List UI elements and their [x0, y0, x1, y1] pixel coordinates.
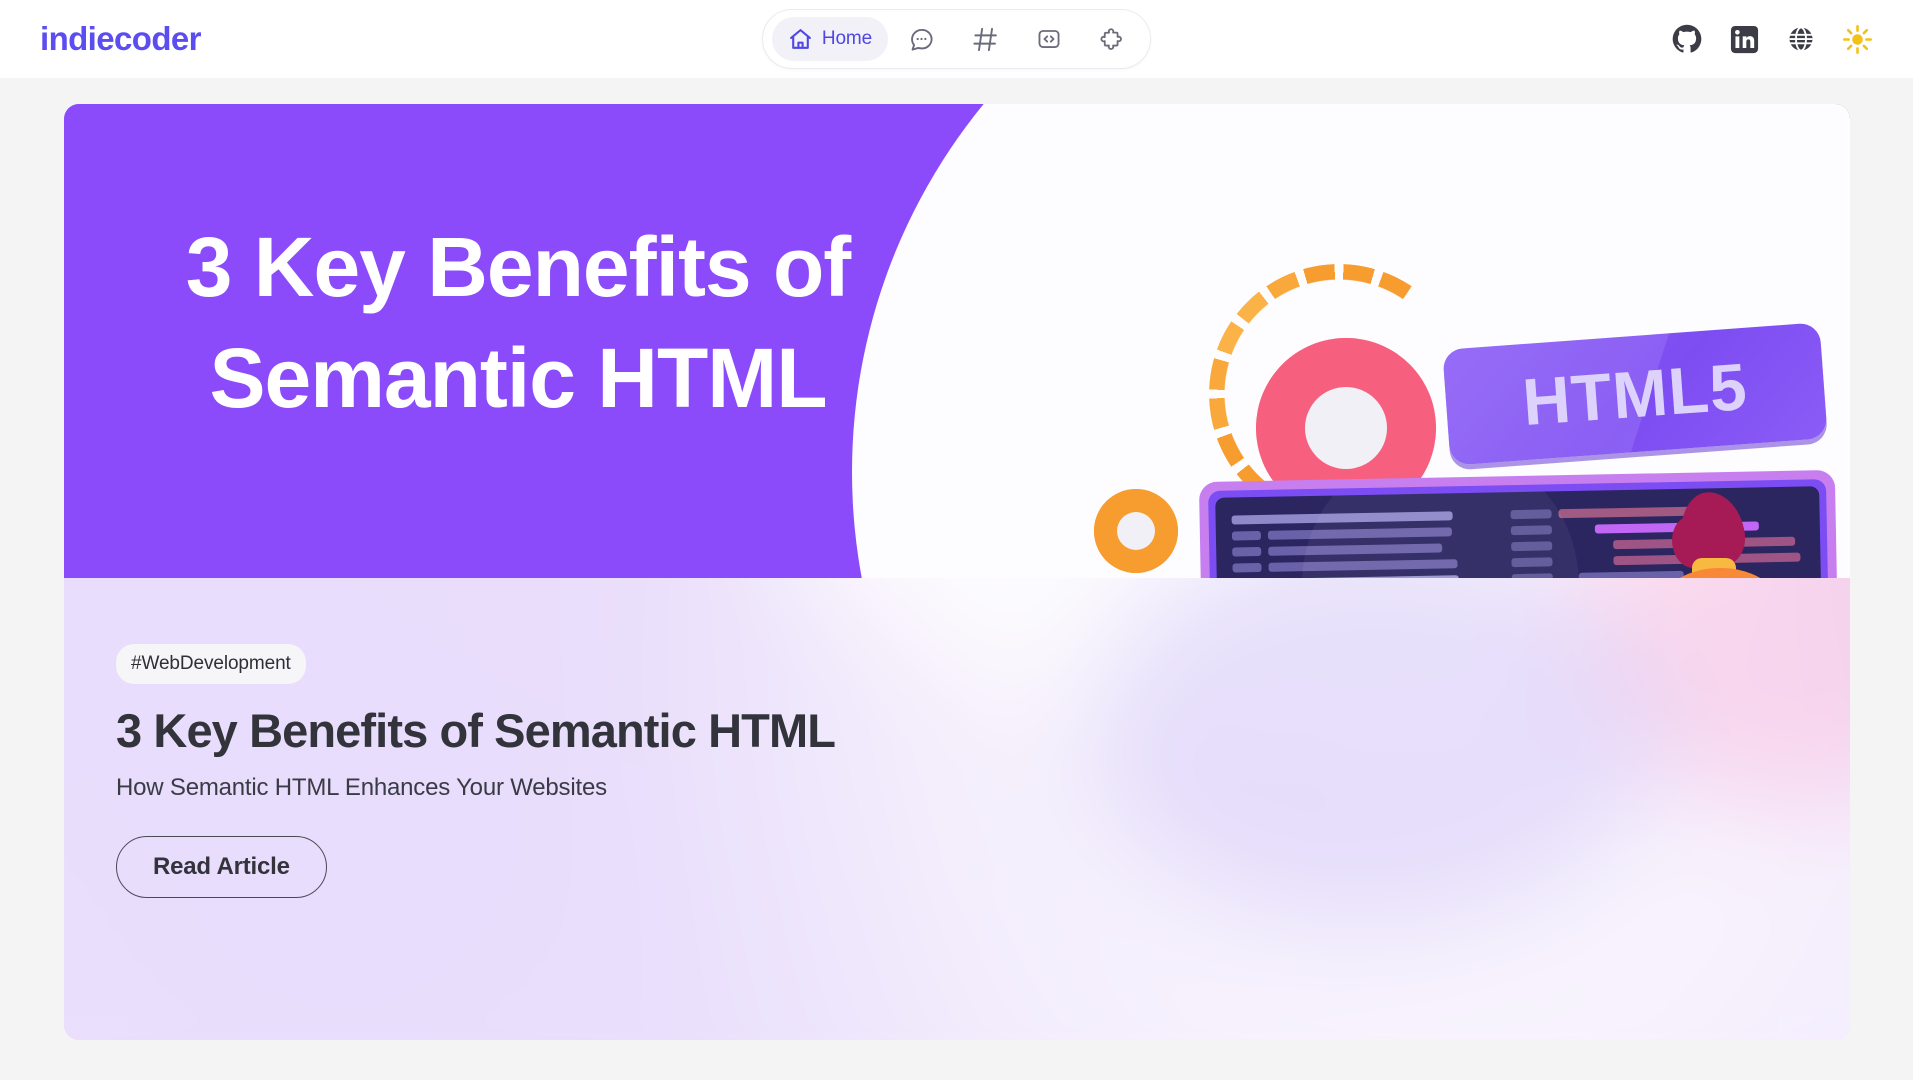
developer-figure [1497, 480, 1850, 578]
hero-banner: 3 Key Benefits of Semantic HTML HTML5 [64, 104, 1850, 578]
nav-item-extensions[interactable] [1082, 17, 1141, 61]
nav-item-snippets[interactable] [1020, 17, 1078, 61]
nav-item-home[interactable]: Home [771, 17, 889, 61]
nav-item-home-label: Home [821, 28, 873, 49]
header-actions [1671, 23, 1873, 55]
brand-logo[interactable]: indiecoder [40, 20, 201, 58]
nav-item-discussions[interactable] [892, 17, 951, 61]
post-subtitle: How Semantic HTML Enhances Your Websites [116, 774, 607, 801]
orange-gear-small [1094, 489, 1178, 573]
site-header: indiecoder Home [0, 0, 1913, 78]
puzzle-piece-icon [1098, 26, 1125, 53]
post-summary: #WebDevelopment 3 Key Benefits of Semant… [64, 578, 1850, 1040]
chat-bubble-icon [908, 26, 935, 53]
linkedin-icon[interactable] [1729, 24, 1760, 55]
globe-icon[interactable] [1786, 24, 1816, 54]
featured-post-card[interactable]: 3 Key Benefits of Semantic HTML HTML5 #W… [64, 104, 1850, 1040]
sun-icon[interactable] [1842, 24, 1873, 55]
post-title: 3 Key Benefits of Semantic HTML [116, 704, 836, 757]
hero-banner-title: 3 Key Benefits of Semantic HTML [185, 220, 852, 425]
primary-nav: Home [761, 9, 1152, 69]
post-tag[interactable]: #WebDevelopment [116, 644, 306, 684]
home-icon [788, 27, 813, 52]
html5-badge-label: HTML5 [1520, 348, 1750, 440]
primary-nav-wrapper: Home [0, 9, 1913, 69]
github-icon[interactable] [1671, 23, 1703, 55]
nav-item-tags[interactable] [955, 17, 1016, 61]
read-article-button[interactable]: Read Article [116, 836, 327, 898]
code-brackets-icon [1036, 26, 1062, 52]
hashtag-icon [971, 25, 1000, 54]
main-content: 3 Key Benefits of Semantic HTML HTML5 #W… [0, 78, 1913, 1080]
